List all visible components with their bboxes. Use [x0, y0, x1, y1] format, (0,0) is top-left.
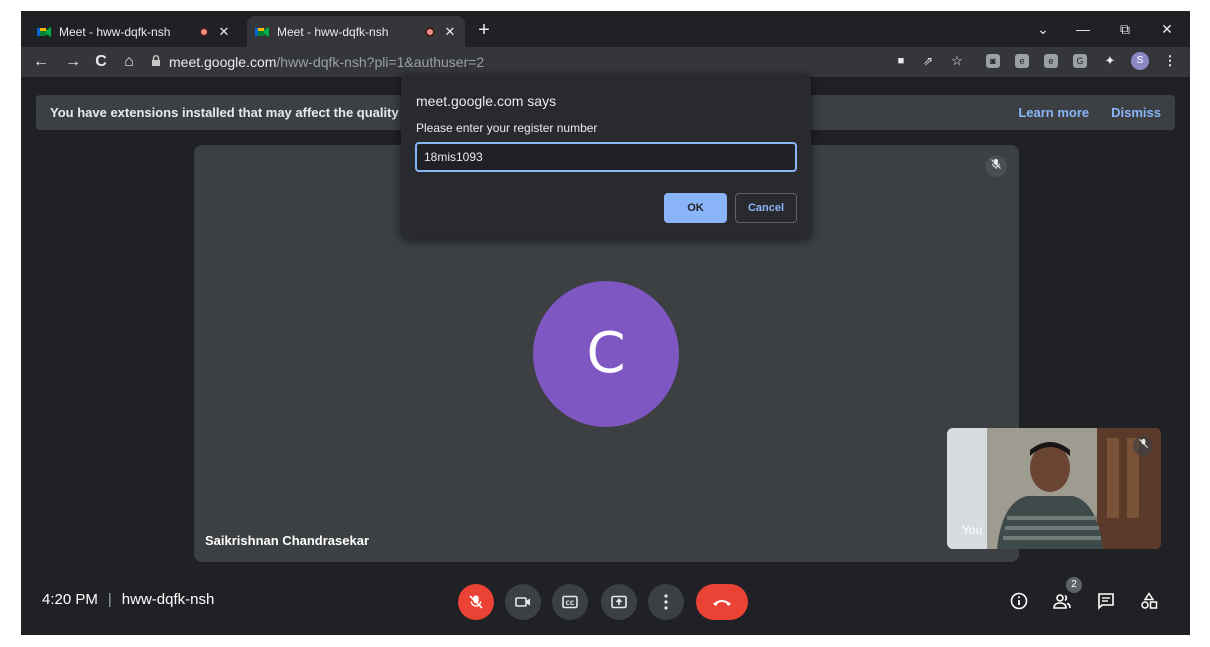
- google-meet-icon: [37, 26, 51, 38]
- google-meet-icon: [255, 26, 269, 38]
- address-bar[interactable]: meet.google.com /hww-dqfk-nsh?pli=1&auth…: [151, 49, 891, 75]
- lock-icon: [151, 55, 169, 69]
- url-host: meet.google.com: [169, 54, 277, 70]
- recording-indicator-icon: [425, 26, 435, 37]
- participant-name: Saikrishnan Chandrasekar: [205, 533, 370, 548]
- register-number-input[interactable]: [415, 142, 797, 172]
- meeting-time: 4:20 PM: [42, 591, 98, 608]
- tab-search-icon[interactable]: ⌄: [1023, 15, 1063, 43]
- dialog-message: Please enter your register number: [416, 121, 598, 135]
- mic-off-icon: [985, 155, 1007, 177]
- leave-call-button[interactable]: [696, 584, 748, 620]
- new-tab-button[interactable]: +: [472, 19, 496, 43]
- people-icon[interactable]: [1050, 589, 1074, 613]
- browser-toolbar: ← → C ⌂ meet.google.com /hww-dqfk-nsh?pl…: [21, 47, 1190, 77]
- forward-button[interactable]: →: [61, 50, 85, 74]
- mic-toggle-button[interactable]: [458, 584, 494, 620]
- extension-camera-icon[interactable]: ◙: [986, 54, 1000, 68]
- participant-avatar: C: [533, 281, 679, 427]
- self-view-tile: You: [947, 428, 1161, 549]
- svg-text:CC: CC: [566, 600, 575, 607]
- browser-menu-icon[interactable]: ⋮: [1163, 54, 1177, 68]
- reload-button[interactable]: C: [89, 50, 113, 74]
- learn-more-link[interactable]: Learn more: [1018, 105, 1089, 120]
- prompt-dialog: meet.google.com says Please enter your r…: [401, 75, 811, 238]
- back-button[interactable]: ←: [29, 50, 53, 74]
- captions-button[interactable]: CC: [552, 584, 588, 620]
- ok-button[interactable]: OK: [664, 193, 727, 223]
- separator: |: [107, 591, 112, 608]
- tab-title: Meet - hww-dqfk-nsh: [59, 24, 171, 39]
- tab-meet-1[interactable]: Meet - hww-dqfk-nsh ✕: [29, 16, 239, 47]
- extension-e-icon[interactable]: e: [1015, 54, 1029, 68]
- extensions-puzzle-icon[interactable]: ✦: [1103, 54, 1117, 68]
- restore-button[interactable]: ⧉: [1105, 15, 1145, 43]
- more-options-button[interactable]: [648, 584, 684, 620]
- close-tab-icon[interactable]: ✕: [443, 24, 457, 40]
- bookmark-star-icon[interactable]: ☆: [950, 54, 964, 68]
- close-window-button[interactable]: ✕: [1147, 15, 1187, 43]
- meeting-details-info-icon[interactable]: [1007, 589, 1031, 613]
- meeting-code: hww-dqfk-nsh: [121, 591, 215, 608]
- dialog-title: meet.google.com says: [416, 93, 557, 109]
- meeting-info: 4:20 PM | hww-dqfk-nsh: [42, 591, 214, 608]
- minimize-button[interactable]: —: [1063, 15, 1103, 43]
- tab-strip: Meet - hww-dqfk-nsh ✕ Meet - hww-dqfk-ns…: [21, 11, 1190, 47]
- participant-count-badge: 2: [1066, 577, 1082, 593]
- dismiss-button[interactable]: Dismiss: [1111, 105, 1161, 120]
- extension-e2-icon[interactable]: e: [1044, 54, 1058, 68]
- browser-window: Meet - hww-dqfk-nsh ✕ Meet - hww-dqfk-ns…: [21, 11, 1190, 635]
- tab-title: Meet - hww-dqfk-nsh: [277, 24, 389, 39]
- chat-icon[interactable]: [1094, 589, 1118, 613]
- banner-text: You have extensions installed that may a…: [50, 105, 410, 120]
- activities-icon[interactable]: [1137, 589, 1161, 613]
- extension-g-icon[interactable]: G: [1073, 54, 1087, 68]
- share-icon[interactable]: ⇗: [921, 54, 935, 68]
- recording-indicator-icon: [199, 26, 209, 37]
- meeting-controls-bar: 4:20 PM | hww-dqfk-nsh CC 2: [21, 577, 1190, 635]
- mic-off-icon: [1133, 436, 1153, 456]
- url-path: /hww-dqfk-nsh?pli=1&authuser=2: [276, 54, 485, 70]
- present-screen-button[interactable]: [601, 584, 637, 620]
- camera-in-use-icon[interactable]: ■: [894, 54, 908, 68]
- self-label: You: [962, 523, 983, 537]
- cancel-button[interactable]: Cancel: [735, 193, 797, 223]
- close-tab-icon[interactable]: ✕: [217, 24, 231, 40]
- tab-meet-2[interactable]: Meet - hww-dqfk-nsh ✕: [247, 16, 465, 47]
- profile-avatar[interactable]: S: [1131, 52, 1149, 70]
- camera-toggle-button[interactable]: [505, 584, 541, 620]
- home-button[interactable]: ⌂: [117, 50, 141, 74]
